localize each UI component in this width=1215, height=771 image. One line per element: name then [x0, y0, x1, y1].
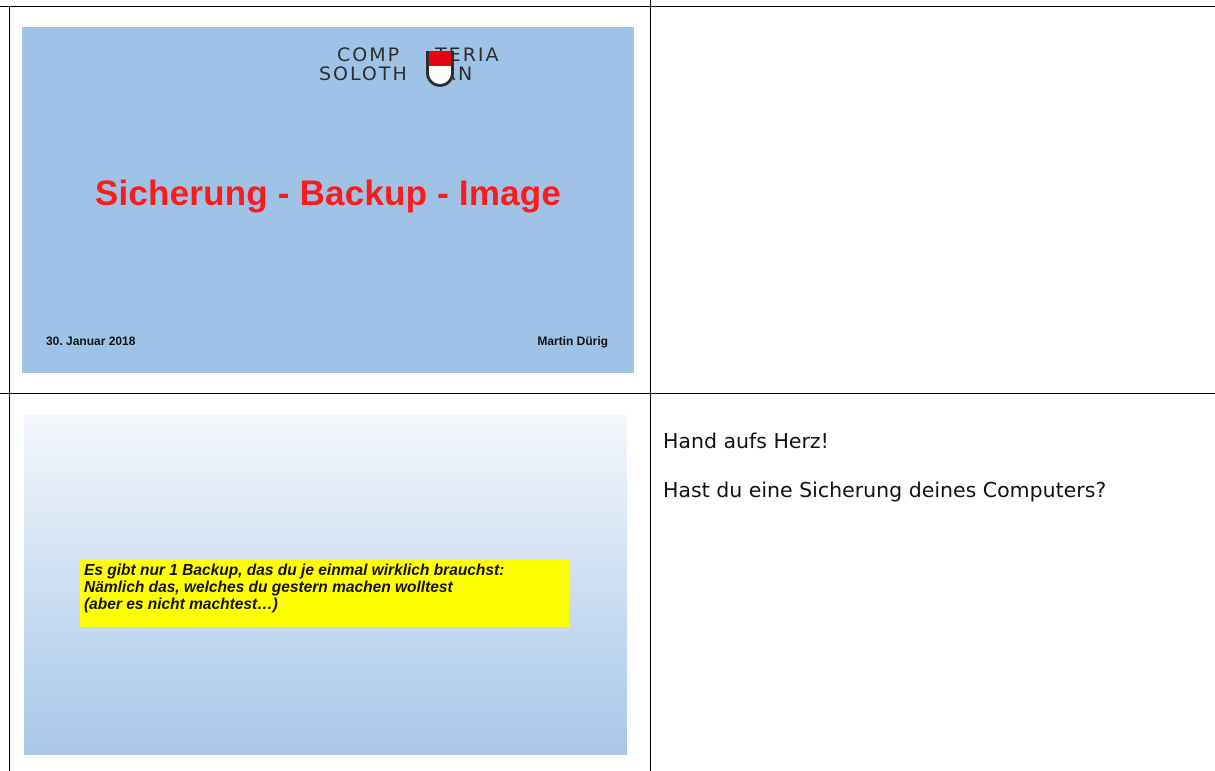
table-column-divider — [650, 0, 651, 771]
computeria-logo: COMP TERIA SOLOTH RN — [319, 46, 579, 96]
table-row-divider — [0, 393, 1215, 394]
slide-thumbnail-title: COMP TERIA SOLOTH RN Sicherung - Backup - … — [22, 27, 634, 373]
notes-paragraph: Hand aufs Herz! — [663, 429, 829, 453]
table-border-left — [9, 6, 10, 771]
notes-paragraph: Hast du eine Sicherung deines Computers? — [663, 478, 1107, 502]
slide-author: Martin Dürig — [537, 334, 608, 348]
logo-text-soloth: SOLOTH — [319, 63, 409, 85]
solothurn-shield-icon — [426, 51, 454, 87]
speaker-notes: Hand aufs Herz! Hast du eine Sicherung d… — [663, 428, 1183, 526]
quote-line: Es gibt nur 1 Backup, das du je einmal w… — [84, 562, 505, 579]
quote-highlight-box: Es gibt nur 1 Backup, das du je einmal w… — [80, 559, 569, 627]
quote-line: Nämlich das, welches du gestern machen w… — [84, 579, 453, 596]
slide-date: 30. Januar 2018 — [46, 334, 136, 348]
quote-line: (aber es nicht machtest…) — [84, 596, 278, 613]
table-border-top — [0, 6, 1215, 7]
slide-thumbnail-quote: Es gibt nur 1 Backup, das du je einmal w… — [24, 415, 627, 755]
slide-title: Sicherung - Backup - Image — [94, 174, 562, 213]
